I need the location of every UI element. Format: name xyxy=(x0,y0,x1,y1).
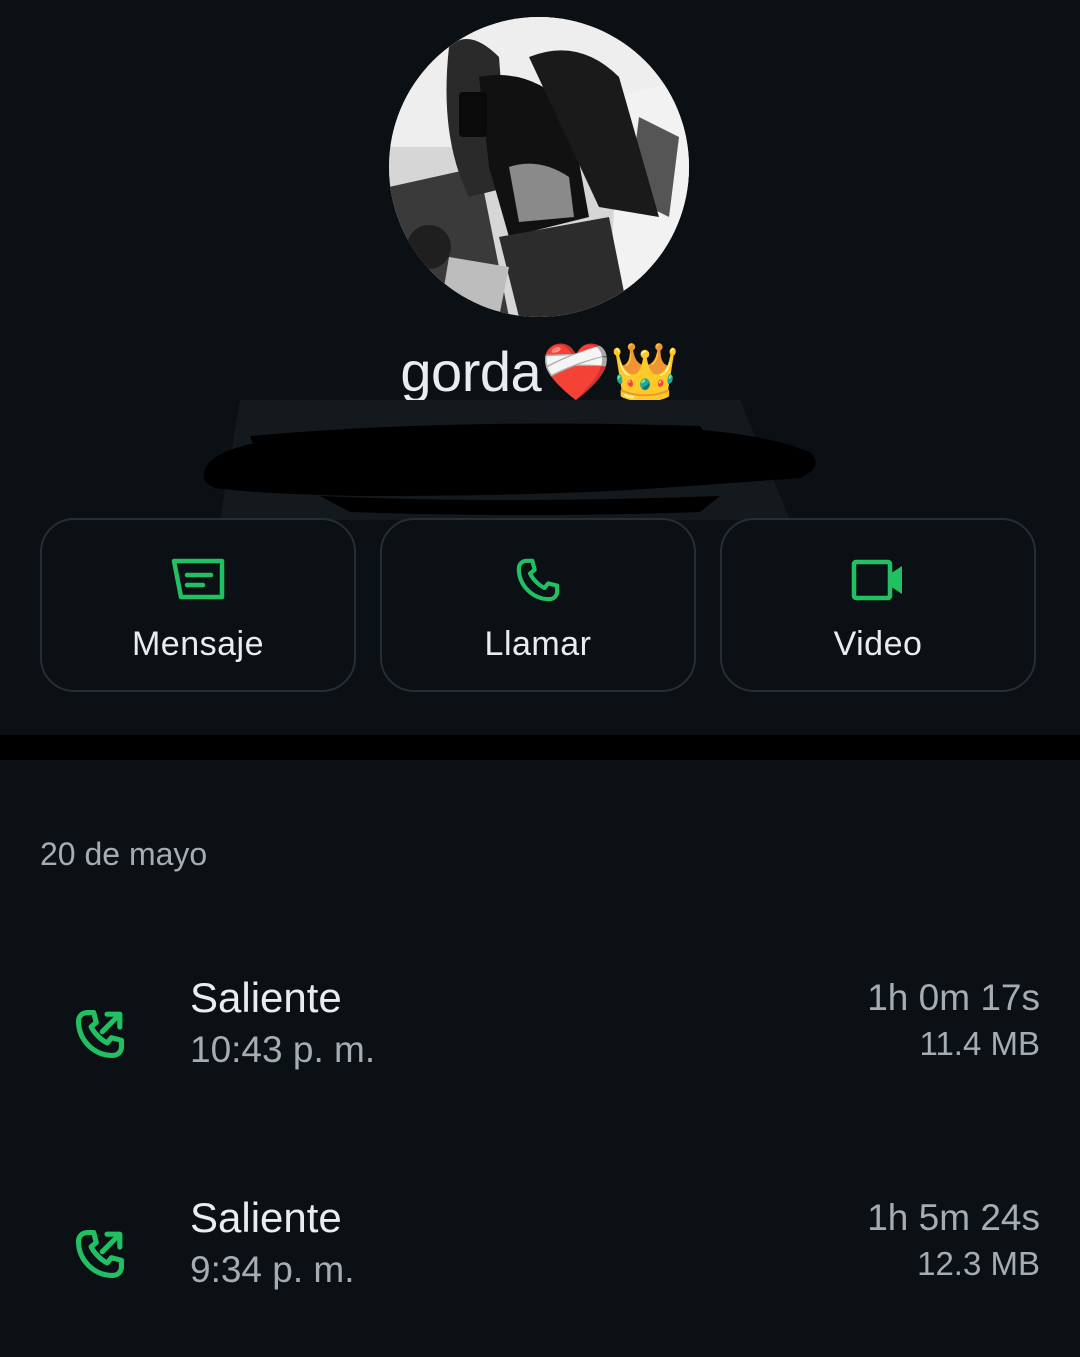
call-data-size: 11.4 MB xyxy=(919,1025,1040,1062)
call-duration: 1h 5m 24s xyxy=(867,1197,1040,1238)
call-button[interactable]: Llamar xyxy=(380,518,696,692)
contact-name: gorda❤️‍🩹👑 xyxy=(400,340,680,403)
video-button[interactable]: Video xyxy=(720,518,1036,692)
outgoing-call-icon xyxy=(72,1226,128,1282)
outgoing-call-icon xyxy=(72,1006,128,1062)
call-type: Saliente xyxy=(190,974,342,1021)
call-type: Saliente xyxy=(190,1194,342,1241)
video-camera-icon xyxy=(722,554,1034,606)
phone-icon xyxy=(382,554,694,606)
call-duration: 1h 0m 17s xyxy=(867,977,1040,1018)
profile-photo[interactable] xyxy=(389,17,689,317)
action-buttons: Mensaje Llamar Video xyxy=(40,518,1040,694)
call-history-date: 20 de mayo xyxy=(40,836,208,872)
call-data-size: 12.3 MB xyxy=(917,1245,1040,1282)
call-button-label: Llamar xyxy=(484,625,592,663)
video-button-label: Video xyxy=(833,625,923,663)
call-time: 10:43 p. m. xyxy=(190,1029,376,1070)
call-time: 9:34 p. m. xyxy=(190,1249,355,1290)
call-log-row[interactable]: Saliente 9:34 p. m. 1h 5m 24s 12.3 MB xyxy=(0,1192,1080,1322)
contact-info-screen: gorda❤️‍🩹👑 Mensaje xyxy=(0,0,1080,1357)
message-icon xyxy=(42,554,354,606)
message-button[interactable]: Mensaje xyxy=(40,518,356,692)
call-log-row[interactable]: Saliente 10:43 p. m. 1h 0m 17s 11.4 MB xyxy=(0,972,1080,1102)
section-divider xyxy=(0,735,1080,760)
redaction-scribble xyxy=(200,400,820,520)
message-button-label: Mensaje xyxy=(131,625,264,663)
